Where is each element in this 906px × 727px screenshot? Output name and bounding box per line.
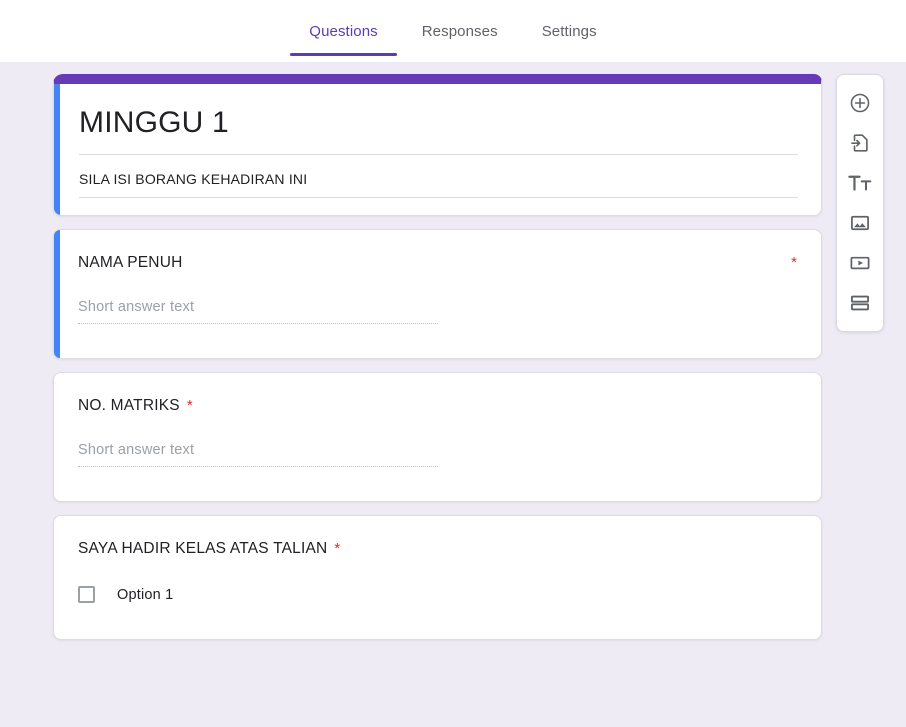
editor-side-toolbar <box>836 74 884 332</box>
tab-questions[interactable]: Questions <box>287 0 399 62</box>
add-title-icon <box>848 172 872 194</box>
short-answer-preview[interactable]: Short answer text <box>78 299 438 324</box>
required-asterisk: * <box>186 397 193 414</box>
question-card-1[interactable]: NAMA PENUH * Short answer text <box>53 229 822 359</box>
add-image-icon <box>849 212 871 234</box>
checkbox-option-row[interactable]: Option 1 <box>78 586 797 603</box>
add-section-icon <box>849 292 871 314</box>
short-answer-preview[interactable]: Short answer text <box>78 442 438 467</box>
add-question-button[interactable] <box>840 83 880 123</box>
form-description[interactable]: SILA ISI BORANG KEHADIRAN INI <box>79 171 307 187</box>
tab-settings[interactable]: Settings <box>520 0 619 62</box>
question-title[interactable]: SAYA HADIR KELAS ATAS TALIAN <box>78 540 327 558</box>
tab-questions-label: Questions <box>309 22 378 40</box>
question-card-2[interactable]: NO. MATRIKS * Short answer text <box>53 372 822 502</box>
short-answer-placeholder: Short answer text <box>78 299 195 315</box>
form-column: MINGGU 1 SILA ISI BORANG KEHADIRAN INI N… <box>53 74 822 640</box>
question-title[interactable]: NO. MATRIKS <box>78 397 180 415</box>
tab-responses[interactable]: Responses <box>400 0 520 62</box>
question-title[interactable]: NAMA PENUH <box>78 254 183 272</box>
short-answer-underline <box>78 466 438 467</box>
selected-accent-bar <box>54 230 60 358</box>
question-title-row: NAMA PENUH * <box>78 254 797 272</box>
short-answer-underline <box>78 323 438 324</box>
add-image-button[interactable] <box>840 203 880 243</box>
import-questions-icon <box>849 132 871 154</box>
required-asterisk: * <box>334 540 341 557</box>
checkbox-icon[interactable] <box>78 586 95 603</box>
add-section-button[interactable] <box>840 283 880 323</box>
question-card-3[interactable]: SAYA HADIR KELAS ATAS TALIAN * Option 1 <box>53 515 822 640</box>
add-title-button[interactable] <box>840 163 880 203</box>
import-questions-button[interactable] <box>840 123 880 163</box>
short-answer-placeholder: Short answer text <box>78 442 195 458</box>
checkbox-option-label[interactable]: Option 1 <box>117 587 173 603</box>
tab-settings-label: Settings <box>541 22 597 40</box>
add-video-button[interactable] <box>840 243 880 283</box>
required-asterisk: * <box>791 254 797 271</box>
question-title-row: SAYA HADIR KELAS ATAS TALIAN * <box>78 540 797 558</box>
top-bar: Questions Responses Settings <box>0 0 906 62</box>
question-title-row: NO. MATRIKS * <box>78 397 797 415</box>
title-divider <box>79 154 798 155</box>
form-header-card[interactable]: MINGGU 1 SILA ISI BORANG KEHADIRAN INI <box>53 74 822 216</box>
add-question-icon <box>849 92 871 114</box>
form-title[interactable]: MINGGU 1 <box>79 106 229 140</box>
selected-accent-bar <box>54 84 60 215</box>
add-video-icon <box>849 252 871 274</box>
tab-responses-label: Responses <box>421 22 498 40</box>
description-divider <box>79 197 798 198</box>
tab-bar: Questions Responses Settings <box>0 0 906 62</box>
